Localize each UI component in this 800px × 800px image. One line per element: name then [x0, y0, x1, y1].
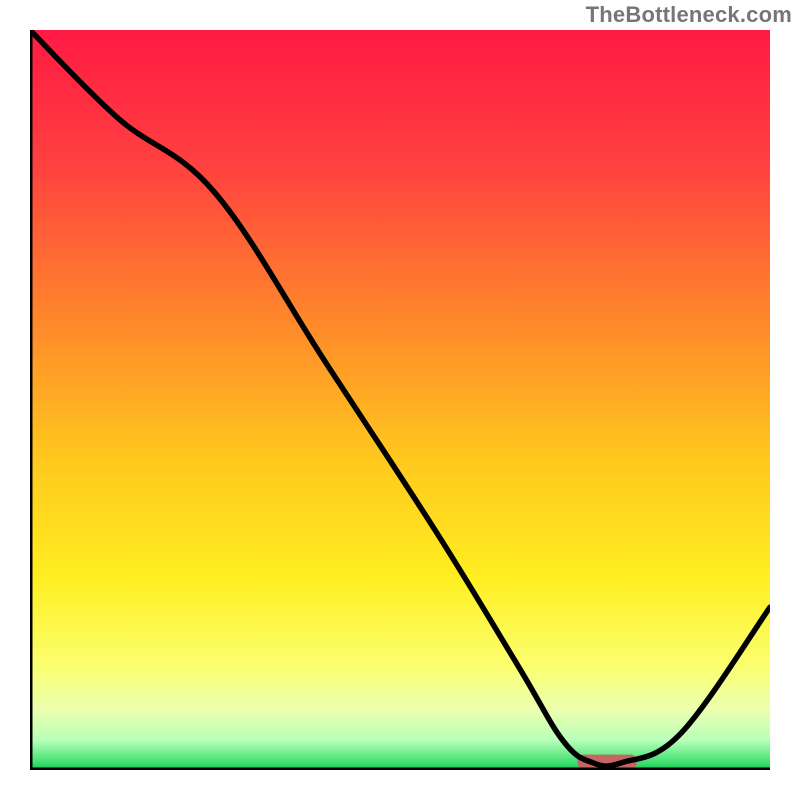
chart-svg — [30, 30, 770, 770]
chart-container: TheBottleneck.com — [0, 0, 800, 800]
watermark-text: TheBottleneck.com — [586, 2, 792, 28]
gradient-background — [30, 30, 770, 770]
plot-area — [30, 30, 770, 770]
